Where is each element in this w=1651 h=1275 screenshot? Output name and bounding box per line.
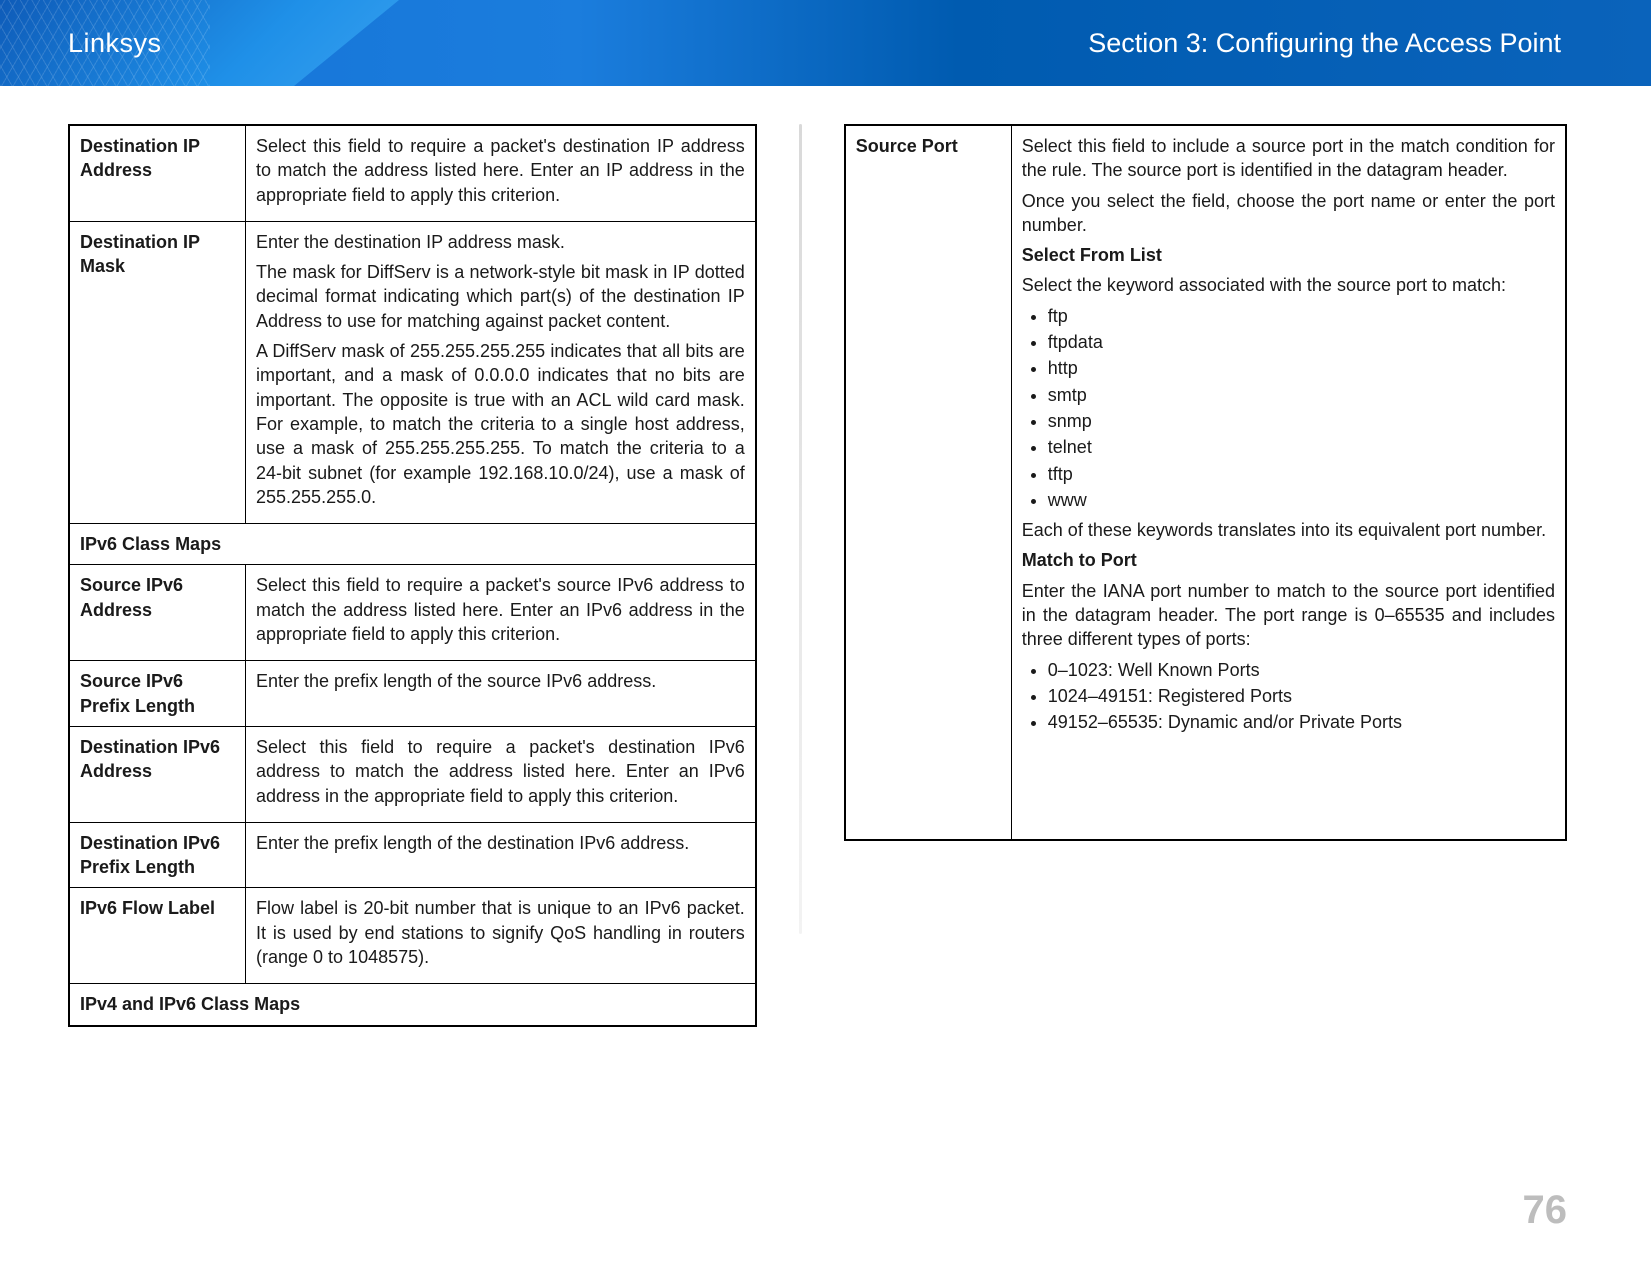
list-item: 1024–49151: Registered Ports [1048, 684, 1555, 708]
table-section-row: IPv4 and IPv6 Class Maps [69, 984, 756, 1026]
table-row: Destination IP Mask Enter the destinatio… [69, 221, 756, 523]
section-heading: IPv4 and IPv6 Class Maps [69, 984, 756, 1026]
column-right: Source Port Select this field to include… [844, 124, 1567, 841]
paragraph: Once you select the field, choose the po… [1022, 189, 1555, 238]
subheading: Select From List [1022, 243, 1555, 267]
row-description: Select this field to require a packet's … [246, 565, 756, 661]
header: Linksys Section 3: Configuring the Acces… [0, 0, 1651, 86]
row-description: Enter the prefix length of the destinati… [246, 822, 756, 888]
list-item: tftp [1048, 462, 1555, 486]
table-row: Source IPv6 Prefix Length Enter the pref… [69, 661, 756, 727]
paragraph: The mask for DiffServ is a network-style… [256, 260, 745, 333]
bullet-list: 0–1023: Well Known Ports 1024–49151: Reg… [1048, 658, 1555, 735]
table-row: Destination IPv6 Address Select this fie… [69, 726, 756, 822]
list-item: telnet [1048, 435, 1555, 459]
paragraph: Enter the prefix length of the source IP… [256, 669, 745, 693]
list-item: ftp [1048, 304, 1555, 328]
paragraph: Select this field to require a packet's … [256, 134, 745, 207]
row-description: Select this field to require a packet's … [246, 125, 756, 221]
row-description: Flow label is 20-bit number that is uniq… [246, 888, 756, 984]
paragraph: A DiffServ mask of 255.255.255.255 indic… [256, 339, 745, 509]
paragraph: Select this field to require a packet's … [256, 573, 745, 646]
table-row: IPv6 Flow Label Flow label is 20-bit num… [69, 888, 756, 984]
table-row: Source Port Select this field to include… [845, 125, 1566, 840]
list-item: www [1048, 488, 1555, 512]
row-description: Select this field to require a packet's … [246, 726, 756, 822]
page-number: 76 [1523, 1188, 1568, 1233]
paragraph: Select the keyword associated with the s… [1022, 273, 1555, 297]
paragraph: Each of these keywords translates into i… [1022, 518, 1555, 542]
definitions-table-left: Destination IP Address Select this field… [68, 124, 757, 1027]
definitions-table-right: Source Port Select this field to include… [844, 124, 1567, 841]
list-item: http [1048, 356, 1555, 380]
row-description: Enter the prefix length of the source IP… [246, 661, 756, 727]
section-heading: IPv6 Class Maps [69, 524, 756, 565]
paragraph: Enter the prefix length of the destinati… [256, 831, 745, 855]
table-section-row: IPv6 Class Maps [69, 524, 756, 565]
row-description: Enter the destination IP address mask. T… [246, 221, 756, 523]
list-item: snmp [1048, 409, 1555, 433]
column-left: Destination IP Address Select this field… [68, 124, 757, 1027]
bullet-list: ftp ftpdata http smtp snmp telnet tftp w… [1048, 304, 1555, 512]
paragraph: Select this field to include a source po… [1022, 134, 1555, 183]
subheading: Match to Port [1022, 548, 1555, 572]
section-title: Section 3: Configuring the Access Point [1088, 28, 1561, 59]
table-row: Destination IPv6 Prefix Length Enter the… [69, 822, 756, 888]
list-item: smtp [1048, 383, 1555, 407]
paragraph: Flow label is 20-bit number that is uniq… [256, 896, 745, 969]
row-label: Source IPv6 Address [69, 565, 246, 661]
row-label: Source Port [845, 125, 1012, 840]
brand-text: Linksys [68, 28, 162, 59]
list-item: 49152–65535: Dynamic and/or Private Port… [1048, 710, 1555, 734]
table-row: Destination IP Address Select this field… [69, 125, 756, 221]
row-label: IPv6 Flow Label [69, 888, 246, 984]
paragraph: Select this field to require a packet's … [256, 735, 745, 808]
page-root: { "header": { "brand": "Linksys", "secti… [0, 0, 1651, 1275]
list-item: ftpdata [1048, 330, 1555, 354]
paragraph: Enter the destination IP address mask. [256, 230, 745, 254]
row-description: Select this field to include a source po… [1011, 125, 1566, 840]
row-label: Source IPv6 Prefix Length [69, 661, 246, 727]
row-label: Destination IP Address [69, 125, 246, 221]
body-columns: Destination IP Address Select this field… [0, 86, 1651, 1027]
column-divider [799, 124, 802, 934]
table-row: Source IPv6 Address Select this field to… [69, 565, 756, 661]
paragraph: Enter the IANA port number to match to t… [1022, 579, 1555, 652]
row-label: Destination IPv6 Address [69, 726, 246, 822]
row-label: Destination IP Mask [69, 221, 246, 523]
list-item: 0–1023: Well Known Ports [1048, 658, 1555, 682]
row-label: Destination IPv6 Prefix Length [69, 822, 246, 888]
